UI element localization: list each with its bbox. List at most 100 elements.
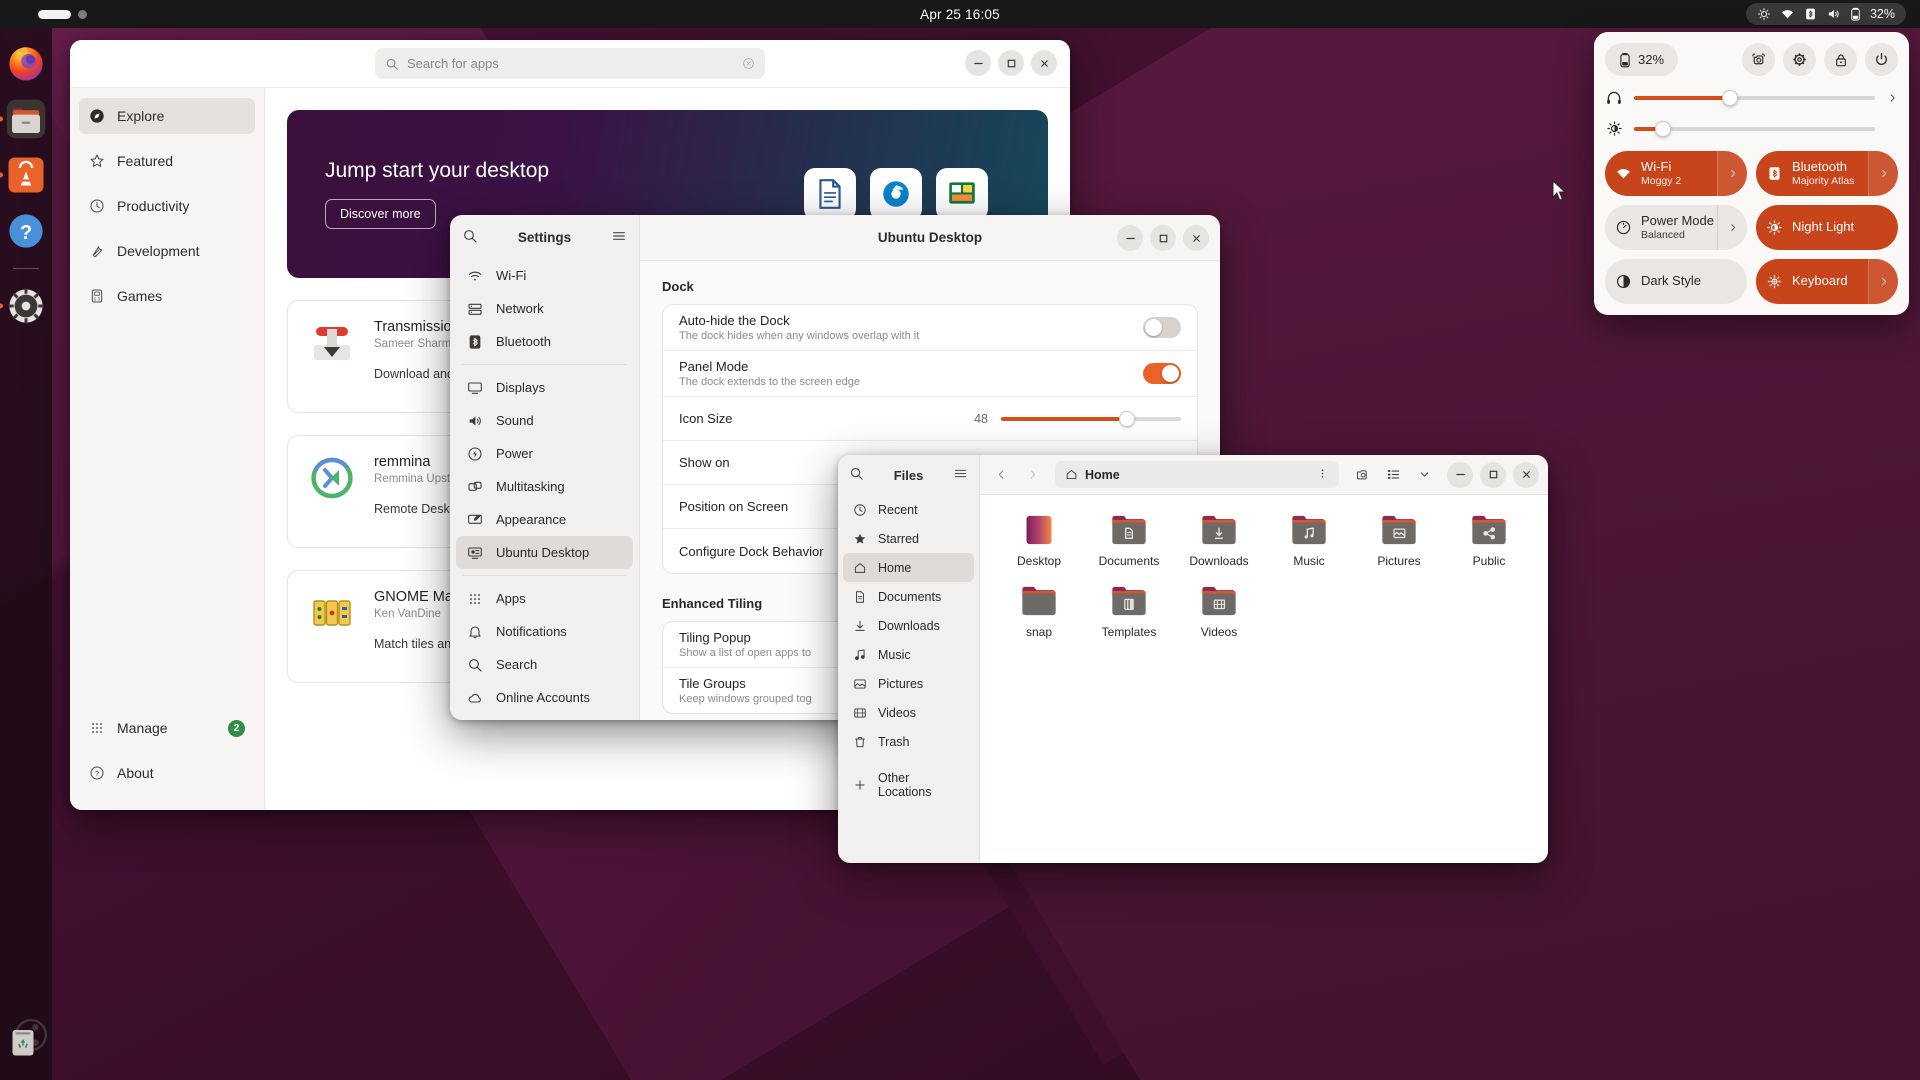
app-center-search-input[interactable]: Search for apps xyxy=(375,48,765,79)
file-item[interactable]: Music xyxy=(1264,513,1354,568)
new-tab-icon[interactable] xyxy=(1350,463,1374,487)
files-nav-music[interactable]: Music xyxy=(843,640,974,669)
settings-nav-displays[interactable]: Displays xyxy=(456,371,633,404)
brightness-slider[interactable] xyxy=(1634,120,1875,137)
writer-icon[interactable] xyxy=(804,168,856,220)
dock-item-files[interactable] xyxy=(0,98,47,140)
dock-item-settings[interactable] xyxy=(0,285,47,327)
setting-row-panel-mode[interactable]: Panel Mode The dock extends to the scree… xyxy=(663,351,1197,397)
files-nav-trash[interactable]: Trash xyxy=(843,727,974,756)
file-item[interactable]: Desktop xyxy=(994,513,1084,568)
settings-nav-bluetooth[interactable]: Bluetooth xyxy=(456,325,633,358)
files-nav-pictures[interactable]: Pictures xyxy=(843,669,974,698)
sidebar-item-games[interactable]: Games xyxy=(79,278,255,314)
settings-nav-power[interactable]: Power xyxy=(456,437,633,470)
files-nav-downloads[interactable]: Downloads xyxy=(843,611,974,640)
sidebar-item-about[interactable]: ? About xyxy=(79,755,255,791)
settings-nav-online-accounts[interactable]: Online Accounts xyxy=(456,681,633,714)
file-item[interactable]: Documents xyxy=(1084,513,1174,568)
sidebar-item-productivity[interactable]: Productivity xyxy=(79,188,255,224)
search-icon[interactable] xyxy=(849,466,864,484)
hamburger-icon[interactable] xyxy=(953,466,968,484)
files-nav-other-locations[interactable]: Other Locations xyxy=(843,770,974,799)
screenshot-button[interactable] xyxy=(1742,43,1775,76)
path-bar[interactable]: Home xyxy=(1055,461,1339,488)
tile-arrow-icon[interactable] xyxy=(1717,151,1747,196)
tile-arrow-icon[interactable] xyxy=(1717,205,1747,250)
sidebar-item-manage[interactable]: Manage 2 xyxy=(79,710,255,746)
minimize-button[interactable] xyxy=(965,50,991,76)
tile-arrow-icon[interactable] xyxy=(1868,151,1898,196)
list-view-icon[interactable] xyxy=(1381,463,1405,487)
files-icon xyxy=(6,99,46,139)
sidebar-item-featured[interactable]: Featured xyxy=(79,143,255,179)
back-icon[interactable] xyxy=(989,463,1013,487)
files-nav-recent[interactable]: Recent xyxy=(843,495,974,524)
files-nav-starred[interactable]: Starred xyxy=(843,524,974,553)
dock-item-trash[interactable] xyxy=(5,1024,47,1066)
setting-row-icon-size[interactable]: Icon Size 48 xyxy=(663,397,1197,441)
settings-nav-apps[interactable]: Apps xyxy=(456,582,633,615)
minimize-button[interactable] xyxy=(1117,225,1143,251)
icon-size-value: 48 xyxy=(974,411,988,426)
dock-item-app-center[interactable] xyxy=(0,154,47,196)
menu-dots-icon[interactable] xyxy=(1316,467,1329,483)
icon-size-slider[interactable] xyxy=(1001,410,1181,427)
file-item[interactable]: Pictures xyxy=(1354,513,1444,568)
maximize-button[interactable] xyxy=(1150,225,1176,251)
forward-icon[interactable] xyxy=(1020,463,1044,487)
volume-expand-chevron-icon[interactable] xyxy=(1886,91,1898,105)
volume-slider[interactable] xyxy=(1634,90,1875,106)
settings-nav-multitasking[interactable]: Multitasking xyxy=(456,470,633,503)
quick-tile-keyboard[interactable]: Keyboard xyxy=(1756,259,1898,304)
status-area[interactable]: 32% xyxy=(1745,3,1906,25)
settings-nav-search[interactable]: Search xyxy=(456,648,633,681)
file-item[interactable]: Templates xyxy=(1084,584,1174,639)
maximize-button[interactable] xyxy=(1480,461,1506,488)
clear-search-icon[interactable] xyxy=(742,57,755,70)
browser-icon[interactable] xyxy=(870,168,922,220)
panel-mode-toggle[interactable] xyxy=(1143,363,1181,384)
file-item[interactable]: snap xyxy=(994,584,1084,639)
dock-item-help[interactable]: ? xyxy=(5,210,47,252)
close-button[interactable] xyxy=(1031,50,1057,76)
maximize-button[interactable] xyxy=(998,50,1024,76)
quick-tile-wifi[interactable]: Wi-Fi Moggy 2 xyxy=(1605,151,1747,196)
lock-button[interactable] xyxy=(1824,43,1857,76)
quick-tile-dark-style[interactable]: Dark Style xyxy=(1605,259,1747,304)
clock[interactable]: Apr 25 16:05 xyxy=(0,7,1920,22)
files-nav-home[interactable]: Home xyxy=(843,553,974,582)
settings-shortcut-button[interactable] xyxy=(1783,43,1816,76)
files-nav-videos[interactable]: Videos xyxy=(843,698,974,727)
settings-nav-appearance[interactable]: Appearance xyxy=(456,503,633,536)
setting-row-autohide[interactable]: Auto-hide the Dock The dock hides when a… xyxy=(663,305,1197,351)
settings-nav-network[interactable]: Network xyxy=(456,292,633,325)
sidebar-item-development[interactable]: Development xyxy=(79,233,255,269)
view-chevron-icon[interactable] xyxy=(1412,463,1436,487)
discover-more-button[interactable]: Discover more xyxy=(325,199,436,229)
quick-tile-night-light[interactable]: Night Light xyxy=(1756,205,1898,250)
impress-icon[interactable] xyxy=(936,168,988,220)
autohide-toggle[interactable] xyxy=(1143,317,1181,338)
quick-tile-bluetooth[interactable]: Bluetooth Majority Atlas xyxy=(1756,151,1898,196)
file-item[interactable]: Public xyxy=(1444,513,1534,568)
close-button[interactable] xyxy=(1513,461,1539,488)
settings-nav-ubuntu-desktop[interactable]: Ubuntu Desktop xyxy=(456,536,633,569)
file-item[interactable]: Downloads xyxy=(1174,513,1264,568)
dock-item-firefox[interactable] xyxy=(5,42,47,84)
close-button[interactable] xyxy=(1183,225,1209,251)
power-button[interactable] xyxy=(1865,43,1898,76)
hamburger-icon[interactable] xyxy=(611,228,627,247)
sidebar-item-explore[interactable]: Explore xyxy=(79,98,255,134)
files-nav-documents[interactable]: Documents xyxy=(843,582,974,611)
quick-tile-power-mode[interactable]: Power Mode Balanced xyxy=(1605,205,1747,250)
settings-nav-wifi[interactable]: Wi-Fi xyxy=(456,259,633,292)
minimize-button[interactable] xyxy=(1447,461,1473,488)
search-icon[interactable] xyxy=(462,228,478,247)
file-item[interactable]: Videos xyxy=(1174,584,1264,639)
tile-arrow-icon[interactable] xyxy=(1868,259,1898,304)
settings-nav-sound[interactable]: Sound xyxy=(456,404,633,437)
settings-nav-notifications[interactable]: Notifications xyxy=(456,615,633,648)
path-label: Home xyxy=(1085,467,1120,482)
battery-status-button[interactable]: 32% xyxy=(1605,43,1679,76)
